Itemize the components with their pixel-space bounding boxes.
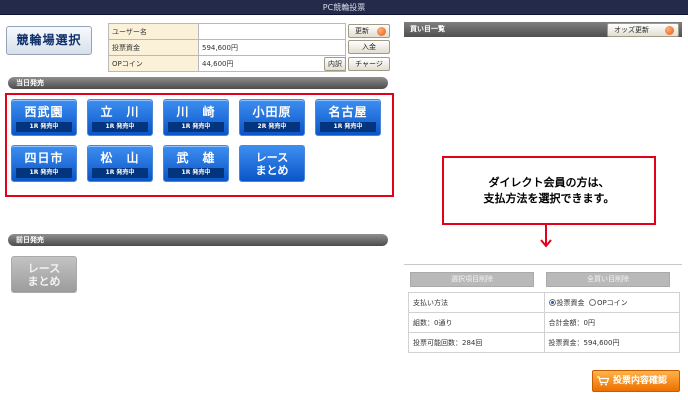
- venue-status: 1R 発売中: [92, 122, 148, 132]
- window-title: PC競輪投票: [0, 0, 688, 15]
- account-info-table: ユーザー名 投票資金 594,600円 OPコイン 44,600円: [108, 23, 346, 72]
- confirm-bet-label: 投票内容確認: [613, 376, 668, 386]
- funds-balance: 投票資金：594,600円: [543, 332, 680, 353]
- venue-name: 武 雄: [176, 151, 216, 165]
- venue-button-kawasaki[interactable]: 川 崎 1R 発売中: [163, 99, 229, 136]
- venue-name: 立 川: [100, 105, 140, 119]
- funds-radio-label: 投票資金: [556, 298, 585, 307]
- divider: [404, 264, 682, 265]
- venue-name: 小田原: [252, 105, 292, 119]
- op-coin-radio[interactable]: [588, 298, 596, 306]
- prev-race-summary-line1: レース: [27, 262, 61, 275]
- venue-button-matsuyama[interactable]: 松 山 1R 発売中: [87, 145, 153, 182]
- total-amount: 合計金額：0円: [543, 312, 680, 333]
- venue-status: 1R 発売中: [168, 168, 224, 178]
- funds-radio[interactable]: [548, 298, 556, 306]
- detail-button[interactable]: 内訳: [324, 57, 346, 71]
- username-value: [198, 23, 346, 40]
- venue-status: 1R 発売中: [168, 122, 224, 132]
- venue-button-takeo[interactable]: 武 雄 1R 発売中: [163, 145, 229, 182]
- venue-button-yokkaichi[interactable]: 四日市 1R 発売中: [11, 145, 77, 182]
- race-summary-button[interactable]: レース まとめ: [239, 145, 305, 182]
- refresh-icon: [665, 26, 674, 35]
- payment-table: 支払い方法 投票資金 OPコイン 組数：0通り 合計金額：0円 投票可能回数：2…: [408, 292, 680, 353]
- funds-value: 594,600円: [198, 39, 346, 56]
- prev-race-summary-line2: まとめ: [27, 275, 61, 288]
- venue-name: 西武園: [24, 105, 64, 119]
- confirm-bet-button[interactable]: 投票内容確認: [592, 370, 680, 392]
- pay-method-options: 投票資金 OPコイン: [543, 292, 680, 313]
- cart-icon: [597, 376, 609, 386]
- venue-name: 四日市: [24, 151, 64, 165]
- down-arrow-icon: [540, 225, 552, 248]
- deposit-button[interactable]: 入金: [348, 40, 390, 54]
- venue-name: 川 崎: [176, 105, 216, 119]
- odds-refresh-button[interactable]: オッズ更新: [607, 23, 679, 37]
- delete-all-button[interactable]: 全買い目削除: [546, 272, 670, 287]
- venue-status: 1R 発売中: [16, 122, 72, 132]
- op-coin-radio-label: OPコイン: [596, 298, 628, 307]
- callout-line2: 支払方法を選択できます。: [483, 192, 615, 205]
- venue-name: 松 山: [100, 151, 140, 165]
- refresh-icon: [377, 27, 386, 36]
- available-count: 投票可能回数：284回: [408, 332, 545, 353]
- pay-method-label: 支払い方法: [408, 292, 545, 313]
- venue-button-nagoya[interactable]: 名古屋 1R 発売中: [315, 99, 381, 136]
- race-summary-line2: まとめ: [255, 164, 289, 177]
- refresh-button[interactable]: 更新: [348, 24, 390, 38]
- today-sale-bar: 当日発売: [8, 77, 388, 89]
- venue-status: 2R 発売中: [244, 122, 300, 132]
- venue-button-seibuen[interactable]: 西武園 1R 発売中: [11, 99, 77, 136]
- venue-status: 1R 発売中: [16, 168, 72, 178]
- venue-button-odawara[interactable]: 小田原 2R 発売中: [239, 99, 305, 136]
- callout-line1: ダイレクト会員の方は、: [488, 176, 610, 189]
- funds-label: 投票資金: [108, 39, 199, 56]
- delete-selected-button[interactable]: 選択項目削除: [410, 272, 534, 287]
- odds-refresh-label: オッズ更新: [614, 26, 649, 34]
- venue-name: 名古屋: [328, 105, 368, 119]
- prev-day-sale-bar: 前日発売: [8, 234, 388, 246]
- direct-member-callout: ダイレクト会員の方は、 支払方法を選択できます。: [442, 156, 656, 225]
- prev-race-summary-button: レース まとめ: [11, 256, 77, 293]
- charge-button[interactable]: チャージ: [348, 57, 390, 71]
- username-label: ユーザー名: [108, 23, 199, 40]
- combo-count: 組数：0通り: [408, 312, 545, 333]
- venue-button-tachikawa[interactable]: 立 川 1R 発売中: [87, 99, 153, 136]
- race-summary-line1: レース: [255, 151, 289, 164]
- venue-status: 1R 発売中: [92, 168, 148, 178]
- venue-status: 1R 発売中: [320, 122, 376, 132]
- refresh-button-label: 更新: [355, 27, 369, 35]
- venue-select-title: 競輪場選択: [6, 26, 92, 55]
- op-coin-label: OPコイン: [108, 55, 199, 72]
